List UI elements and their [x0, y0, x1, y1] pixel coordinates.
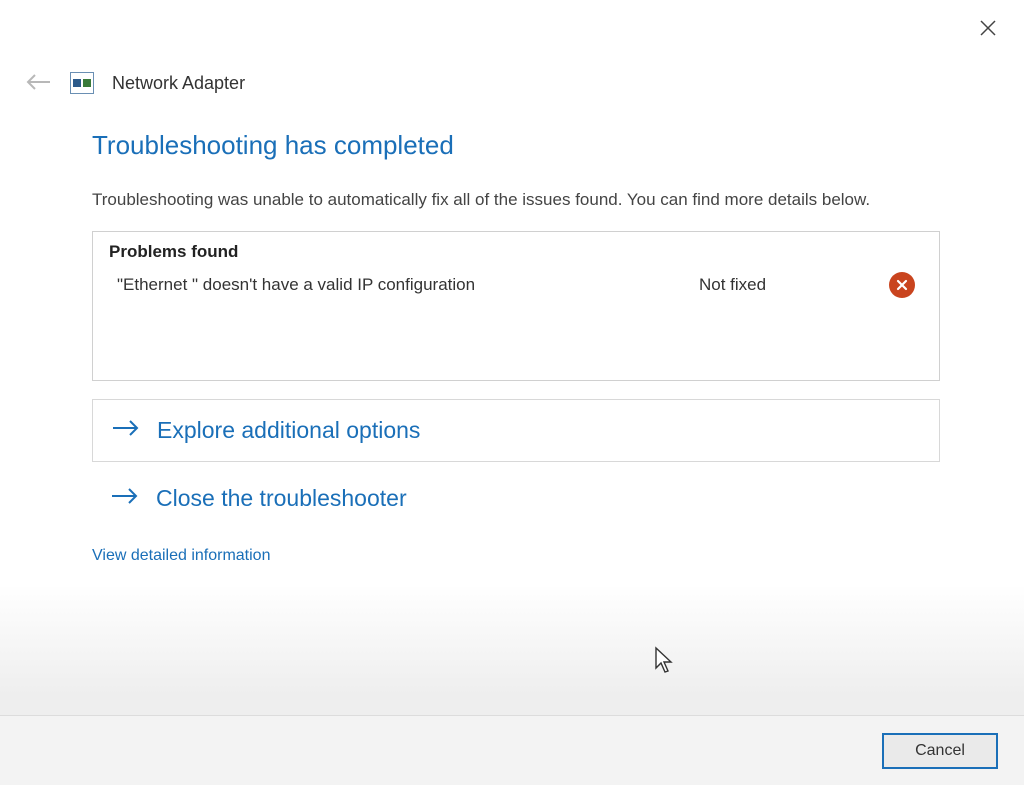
- cursor-icon: [654, 646, 678, 681]
- footer: Cancel: [0, 715, 1024, 785]
- content-area: Troubleshooting has completed Troublesho…: [92, 130, 940, 565]
- app-title: Network Adapter: [112, 73, 245, 94]
- close-troubleshooter-label: Close the troubleshooter: [156, 485, 407, 512]
- network-adapter-icon: [70, 72, 94, 94]
- back-arrow-icon[interactable]: [24, 70, 52, 96]
- subtext: Troubleshooting was unable to automatica…: [92, 187, 940, 213]
- explore-options-button[interactable]: Explore additional options: [92, 399, 940, 462]
- explore-options-label: Explore additional options: [157, 417, 420, 444]
- close-troubleshooter-button[interactable]: Close the troubleshooter: [110, 484, 940, 513]
- page-heading: Troubleshooting has completed: [92, 130, 940, 161]
- header: Network Adapter: [24, 70, 245, 96]
- gradient-band: [0, 585, 1024, 715]
- problem-description: "Ethernet " doesn't have a valid IP conf…: [109, 275, 699, 295]
- error-icon: [889, 272, 915, 298]
- view-detailed-link[interactable]: View detailed information: [92, 547, 270, 565]
- problem-row: "Ethernet " doesn't have a valid IP conf…: [109, 272, 923, 298]
- problems-label: Problems found: [109, 242, 923, 262]
- cancel-label: Cancel: [915, 742, 965, 760]
- problem-status: Not fixed: [699, 275, 889, 295]
- window-close-button[interactable]: [974, 14, 1002, 42]
- arrow-right-icon: [110, 484, 140, 513]
- cancel-button[interactable]: Cancel: [882, 733, 998, 769]
- arrow-right-icon: [111, 416, 141, 445]
- problems-box: Problems found "Ethernet " doesn't have …: [92, 231, 940, 381]
